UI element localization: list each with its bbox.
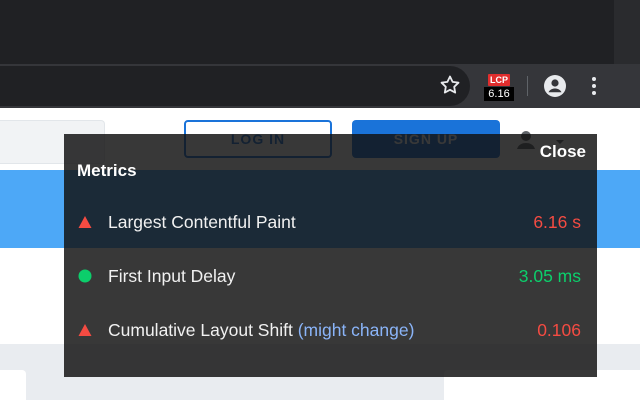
- metric-name: Largest Contentful Paint: [108, 212, 296, 232]
- address-bar[interactable]: [0, 66, 470, 106]
- metric-value: 6.16 s: [533, 212, 581, 232]
- lcp-badge-value: 6.16: [484, 87, 514, 101]
- metric-value: 3.05 ms: [518, 266, 581, 286]
- metrics-overlay: Close Metrics Largest Contentful Paint 6…: [64, 134, 597, 377]
- account-icon[interactable]: [543, 74, 567, 98]
- toolbar-divider: [527, 76, 528, 96]
- triangle-warning-icon: [78, 215, 92, 229]
- metric-name: First Input Delay: [108, 266, 236, 286]
- metric-value: 0.106: [537, 320, 581, 340]
- metric-row-lcp: Largest Contentful Paint 6.16 s: [64, 195, 597, 249]
- window-edge: [614, 0, 640, 64]
- browser-tab-strip: [0, 0, 640, 64]
- metric-row-cls: Cumulative Layout Shift (might change) 0…: [64, 303, 597, 357]
- close-button[interactable]: Close: [540, 142, 586, 162]
- metric-label: Largest Contentful Paint: [108, 212, 296, 233]
- more-menu-icon[interactable]: [584, 74, 604, 98]
- bookmark-star-icon[interactable]: [438, 73, 462, 97]
- web-vitals-extension-button[interactable]: LCP 6.16: [484, 74, 514, 102]
- overlay-title: Metrics: [77, 161, 137, 180]
- metric-name: Cumulative Layout Shift: [108, 320, 293, 340]
- content-card: [0, 370, 26, 400]
- metric-row-fid: First Input Delay 3.05 ms: [64, 249, 597, 303]
- metric-note: (might change): [297, 320, 415, 340]
- lcp-badge-label: LCP: [488, 74, 510, 86]
- metric-label: First Input Delay: [108, 266, 235, 287]
- circle-good-icon: [78, 269, 92, 283]
- triangle-warning-icon: [78, 323, 92, 337]
- metric-label: Cumulative Layout Shift (might change): [108, 320, 414, 341]
